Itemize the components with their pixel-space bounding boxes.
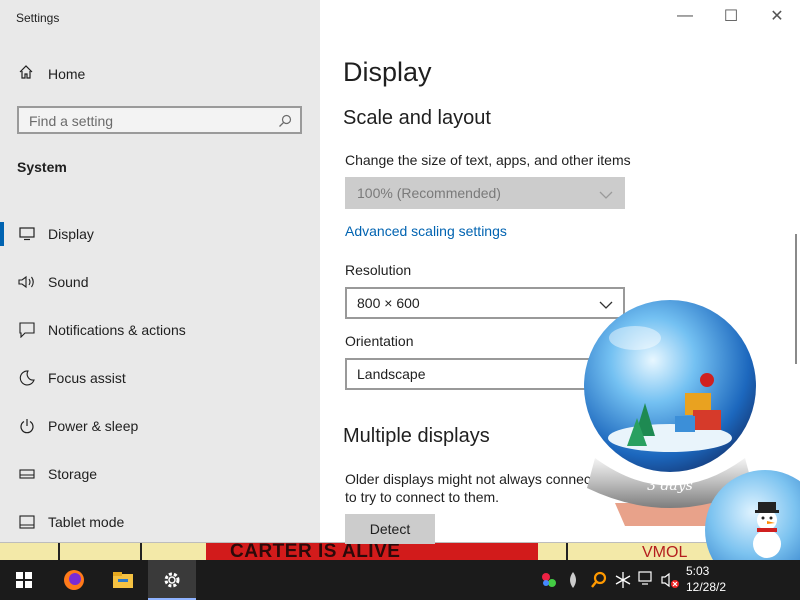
home-icon	[18, 64, 34, 85]
search-input[interactable]: Find a setting	[17, 106, 302, 134]
scale-label: Change the size of text, apps, and other…	[345, 152, 631, 168]
settings-icon	[164, 572, 180, 588]
network-icon[interactable]	[638, 571, 656, 587]
sidebar-item-label: Power & sleep	[48, 418, 139, 434]
search-icon	[278, 114, 292, 133]
sidebar-item-label: Tablet mode	[48, 514, 125, 530]
scrollbar[interactable]	[795, 234, 797, 364]
network-apps-icon[interactable]	[540, 571, 558, 589]
scale-dropdown[interactable]: 100% (Recommended)	[345, 177, 625, 209]
clock-time: 5:03	[686, 564, 710, 578]
sidebar-item-focus-assist[interactable]: Focus assist	[0, 354, 320, 402]
sound-icon	[18, 273, 36, 291]
sidebar-item-storage[interactable]: Storage	[0, 450, 320, 498]
home-nav-item[interactable]: Home	[0, 58, 320, 90]
sidebar-item-label: Storage	[48, 466, 98, 482]
snowflake-icon[interactable]	[614, 571, 632, 589]
section-title: System	[17, 159, 67, 175]
window-controls: — ☐ ✕	[662, 0, 800, 32]
advanced-scaling-link[interactable]: Advanced scaling settings	[345, 223, 507, 239]
multiple-displays-heading: Multiple displays	[343, 425, 490, 447]
desktop-right-text: VMOL	[642, 544, 688, 560]
taskbar-clock[interactable]: 5:03 12/28/2	[686, 563, 726, 595]
orientation-value: Landscape	[357, 366, 426, 382]
sidebar: Settings Home Find a setting System Disp…	[0, 0, 320, 542]
sidebar-item-label: Display	[48, 226, 94, 242]
volume-muted-icon[interactable]	[660, 571, 680, 589]
desktop-line	[566, 540, 568, 560]
firefox-icon	[64, 570, 84, 590]
sidebar-item-label: Focus assist	[48, 370, 126, 386]
globe-label: 3 days	[647, 478, 693, 494]
close-button[interactable]: ✕	[754, 0, 800, 32]
start-button[interactable]	[0, 560, 48, 600]
multiple-displays-text: Older displays might not always connect	[345, 471, 595, 487]
minimize-button[interactable]: —	[662, 0, 708, 32]
taskbar: 5:03 12/28/2	[0, 560, 800, 600]
storage-icon	[18, 465, 36, 483]
scale-value: 100% (Recommended)	[357, 185, 501, 201]
orientation-label: Orientation	[345, 333, 414, 349]
detect-button[interactable]: Detect	[345, 514, 435, 544]
sidebar-item-display[interactable]: Display	[0, 210, 320, 258]
focus-assist-icon	[18, 369, 36, 387]
file-explorer-taskbar-button[interactable]	[99, 560, 147, 600]
sidebar-nav: Display Sound Notifications & actions Fo…	[0, 210, 320, 546]
sidebar-item-label: Sound	[48, 274, 89, 290]
multiple-displays-text-2: to try to connect to them.	[345, 489, 500, 505]
sidebar-item-power[interactable]: Power & sleep	[0, 402, 320, 450]
search-tray-icon[interactable]	[590, 571, 608, 589]
power-icon	[18, 417, 36, 435]
page-title: Display	[343, 57, 432, 87]
search-placeholder: Find a setting	[29, 113, 114, 129]
resolution-value: 800 × 600	[357, 295, 420, 311]
app-title: Settings	[16, 11, 60, 25]
maximize-button[interactable]: ☐	[708, 0, 754, 32]
settings-taskbar-button[interactable]	[148, 560, 196, 600]
clock-date: 12/28/2	[686, 580, 727, 594]
sidebar-item-label: Notifications & actions	[48, 322, 186, 338]
display-icon	[18, 225, 36, 243]
sidebar-item-sound[interactable]: Sound	[0, 258, 320, 306]
resolution-label: Resolution	[345, 262, 412, 278]
snowman-icon	[753, 502, 781, 558]
sidebar-item-tablet-mode[interactable]: Tablet mode	[0, 498, 320, 546]
file-explorer-icon	[113, 572, 133, 588]
tablet-mode-icon	[18, 513, 36, 531]
droplet-icon[interactable]	[566, 571, 580, 589]
firefox-taskbar-button[interactable]	[50, 560, 98, 600]
scale-layout-heading: Scale and layout	[343, 107, 491, 129]
notifications-icon	[18, 321, 36, 339]
start-icon	[16, 572, 32, 588]
home-label: Home	[48, 66, 86, 82]
chevron-down-icon	[599, 187, 613, 205]
sidebar-item-notifications[interactable]: Notifications & actions	[0, 306, 320, 354]
